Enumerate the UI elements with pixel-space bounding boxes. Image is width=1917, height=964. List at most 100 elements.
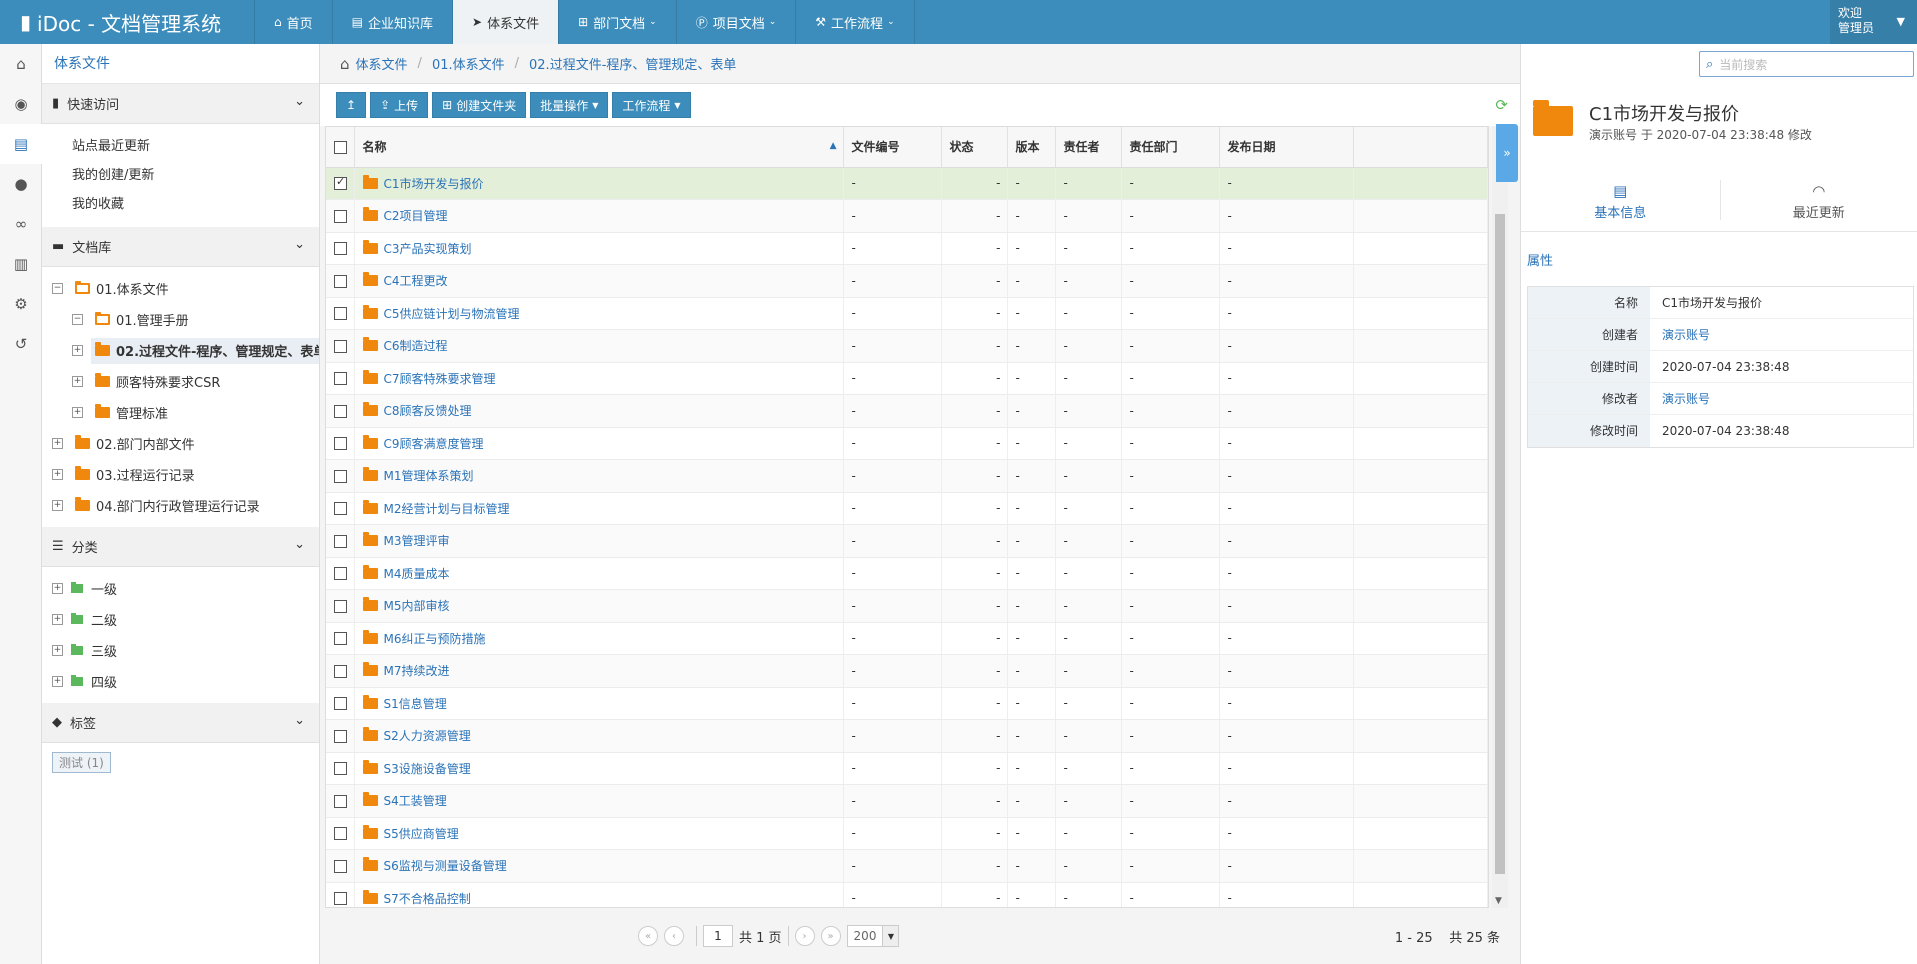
name-cell[interactable]: M4质量成本 (354, 557, 844, 590)
name-cell[interactable]: S3设施设备管理 (354, 752, 844, 785)
first-page-button[interactable]: « (638, 926, 658, 946)
workflow-button[interactable]: 工作流程 ▼ (612, 92, 691, 118)
row-checkbox[interactable] (334, 274, 347, 288)
category-node[interactable]: + 四级 (52, 666, 319, 697)
table-row[interactable]: S2人力资源管理 - - - - - - (326, 719, 1488, 753)
name-cell[interactable]: S1信息管理 (354, 687, 844, 720)
table-row[interactable]: S4工装管理 - - - - - - (326, 784, 1488, 818)
property-value[interactable]: 演示账号 (1650, 383, 1710, 414)
row-checkbox[interactable] (334, 859, 347, 873)
expand-panel-button[interactable]: » (1496, 124, 1518, 182)
expand-icon[interactable]: + (72, 376, 83, 387)
name-cell[interactable]: C4工程更改 (354, 264, 844, 298)
expand-icon[interactable]: + (52, 645, 63, 656)
chevron-down-icon[interactable]: ▼ (1495, 896, 1502, 906)
nav-item-0[interactable]: ⌂ 首页 (255, 0, 333, 44)
nav-item-4[interactable]: Ⓟ 项目文档 ⌄ (677, 0, 797, 44)
name-cell[interactable]: S7不合格品控制 (354, 882, 844, 907)
name-cell[interactable]: C2项目管理 (354, 199, 844, 233)
row-checkbox[interactable] (334, 697, 347, 711)
table-row[interactable]: C7顾客特殊要求管理 - - - - - - (326, 362, 1488, 395)
quick-access-header[interactable]: ▮ 快速访问 ⌄ (42, 84, 319, 124)
tree-node[interactable]: − 01.体系文件 (52, 273, 319, 304)
grid-scrollbar[interactable]: ▼ (1492, 126, 1508, 908)
prev-page-button[interactable]: ‹ (664, 926, 684, 946)
next-page-button[interactable]: › (794, 926, 815, 946)
tree-node[interactable]: +02.部门内部文件 (52, 428, 319, 459)
table-row[interactable]: S3设施设备管理 - - - - - - (326, 752, 1488, 785)
name-cell[interactable]: M3管理评审 (354, 524, 844, 558)
cogs-icon[interactable]: ⚙ (0, 284, 42, 324)
table-row[interactable]: M1管理体系策划 - - - - - - (326, 459, 1488, 493)
name-cell[interactable]: C8顾客反馈处理 (354, 394, 844, 428)
row-checkbox[interactable] (334, 209, 347, 223)
column-header[interactable]: 发布日期 (1219, 127, 1354, 168)
user-icon[interactable]: ● (0, 164, 42, 204)
expand-icon[interactable]: + (52, 438, 63, 449)
name-cell[interactable]: C1市场开发与报价 (354, 167, 844, 200)
book-icon[interactable]: ▤ (0, 124, 42, 164)
table-row[interactable]: C2项目管理 - - - - - - (326, 199, 1488, 233)
name-cell[interactable]: S2人力资源管理 (354, 719, 844, 753)
select-all-checkbox[interactable] (334, 140, 347, 154)
expand-icon[interactable]: + (52, 676, 63, 687)
upload-button[interactable]: ⇪ 上传 (370, 92, 429, 118)
row-checkbox[interactable] (334, 175, 347, 191)
expand-icon[interactable]: + (52, 583, 63, 594)
nav-item-3[interactable]: ⊞ 部门文档 ⌄ (559, 0, 677, 44)
table-row[interactable]: M4质量成本 - - - - - - (326, 557, 1488, 590)
table-row[interactable]: M5内部审核 - - - - - - (326, 589, 1488, 623)
property-value[interactable]: 演示账号 (1650, 319, 1710, 350)
name-cell[interactable]: C9顾客满意度管理 (354, 427, 844, 460)
expand-icon[interactable]: + (52, 614, 63, 625)
library-header[interactable]: ▬ 文档库 ⌄ (42, 227, 319, 267)
table-row[interactable]: C8顾客反馈处理 - - - - - - (326, 394, 1488, 428)
row-checkbox[interactable] (334, 534, 347, 548)
home-icon[interactable]: ⌂ (340, 55, 350, 73)
quick-access-item[interactable]: 站点最近更新 (72, 132, 319, 161)
breadcrumb-item[interactable]: 体系文件 (356, 54, 408, 73)
create-folder-button[interactable]: ⊞ 创建文件夹 (432, 92, 527, 118)
quick-access-item[interactable]: 我的收藏 (72, 190, 319, 219)
column-header[interactable]: 责任部门 (1121, 127, 1220, 168)
history-icon[interactable]: ↺ (0, 324, 42, 364)
table-row[interactable]: S6监视与测量设备管理 - - - - - - (326, 849, 1488, 883)
row-checkbox[interactable] (334, 827, 347, 841)
name-cell[interactable]: S5供应商管理 (354, 817, 844, 850)
table-row[interactable]: C5供应链计划与物流管理 - - - - - - (326, 297, 1488, 330)
eye-icon[interactable]: ◉ (0, 84, 42, 124)
name-cell[interactable]: M2经营计划与目标管理 (354, 492, 844, 525)
batch-actions-button[interactable]: 批量操作 ▼ (530, 92, 609, 118)
table-row[interactable]: C3产品实现策划 - - - - - - (326, 232, 1488, 265)
tab-recent-updates[interactable]: ◠ 最近更新 (1719, 172, 1917, 231)
nav-item-5[interactable]: ⚒ 工作流程 ⌄ (796, 0, 915, 44)
user-menu[interactable]: 欢迎 管理员 ▼ (1830, 0, 1917, 44)
table-row[interactable]: S1信息管理 - - - - - - (326, 687, 1488, 720)
category-node[interactable]: + 一级 (52, 573, 319, 604)
row-checkbox[interactable] (334, 339, 347, 353)
column-header[interactable]: 状态 (941, 127, 1008, 168)
category-header[interactable]: ☰ 分类 ⌄ (42, 527, 319, 567)
row-checkbox[interactable] (334, 794, 347, 808)
tree-node[interactable]: +03.过程运行记录 (52, 459, 319, 490)
quick-access-item[interactable]: 我的创建/更新 (72, 161, 319, 190)
name-cell[interactable]: C7顾客特殊要求管理 (354, 362, 844, 395)
expand-icon[interactable]: + (72, 407, 83, 418)
table-row[interactable]: S5供应商管理 - - - - - - (326, 817, 1488, 850)
table-row[interactable]: C6制造过程 - - - - - - (326, 329, 1488, 363)
name-cell[interactable]: S4工装管理 (354, 784, 844, 818)
last-page-button[interactable]: » (820, 926, 841, 946)
column-header[interactable]: 责任者 (1055, 127, 1122, 168)
name-cell[interactable]: M7持续改进 (354, 654, 844, 688)
up-level-button[interactable]: ↥ (336, 92, 367, 118)
row-checkbox[interactable] (334, 307, 347, 321)
expand-icon[interactable]: + (52, 469, 63, 480)
row-checkbox[interactable] (334, 892, 347, 906)
nav-item-1[interactable]: ▤ 企业知识库 (333, 0, 453, 44)
search-input[interactable]: ⌕ 当前搜索 (1699, 51, 1914, 77)
row-checkbox[interactable] (334, 632, 347, 646)
app-brand[interactable]: ▮ iDoc - 文档管理系统 (0, 0, 255, 44)
row-checkbox[interactable] (334, 664, 347, 678)
tree-node[interactable]: +02.过程文件-程序、管理规定、表单 (52, 335, 319, 366)
collapse-icon[interactable]: − (52, 283, 63, 294)
